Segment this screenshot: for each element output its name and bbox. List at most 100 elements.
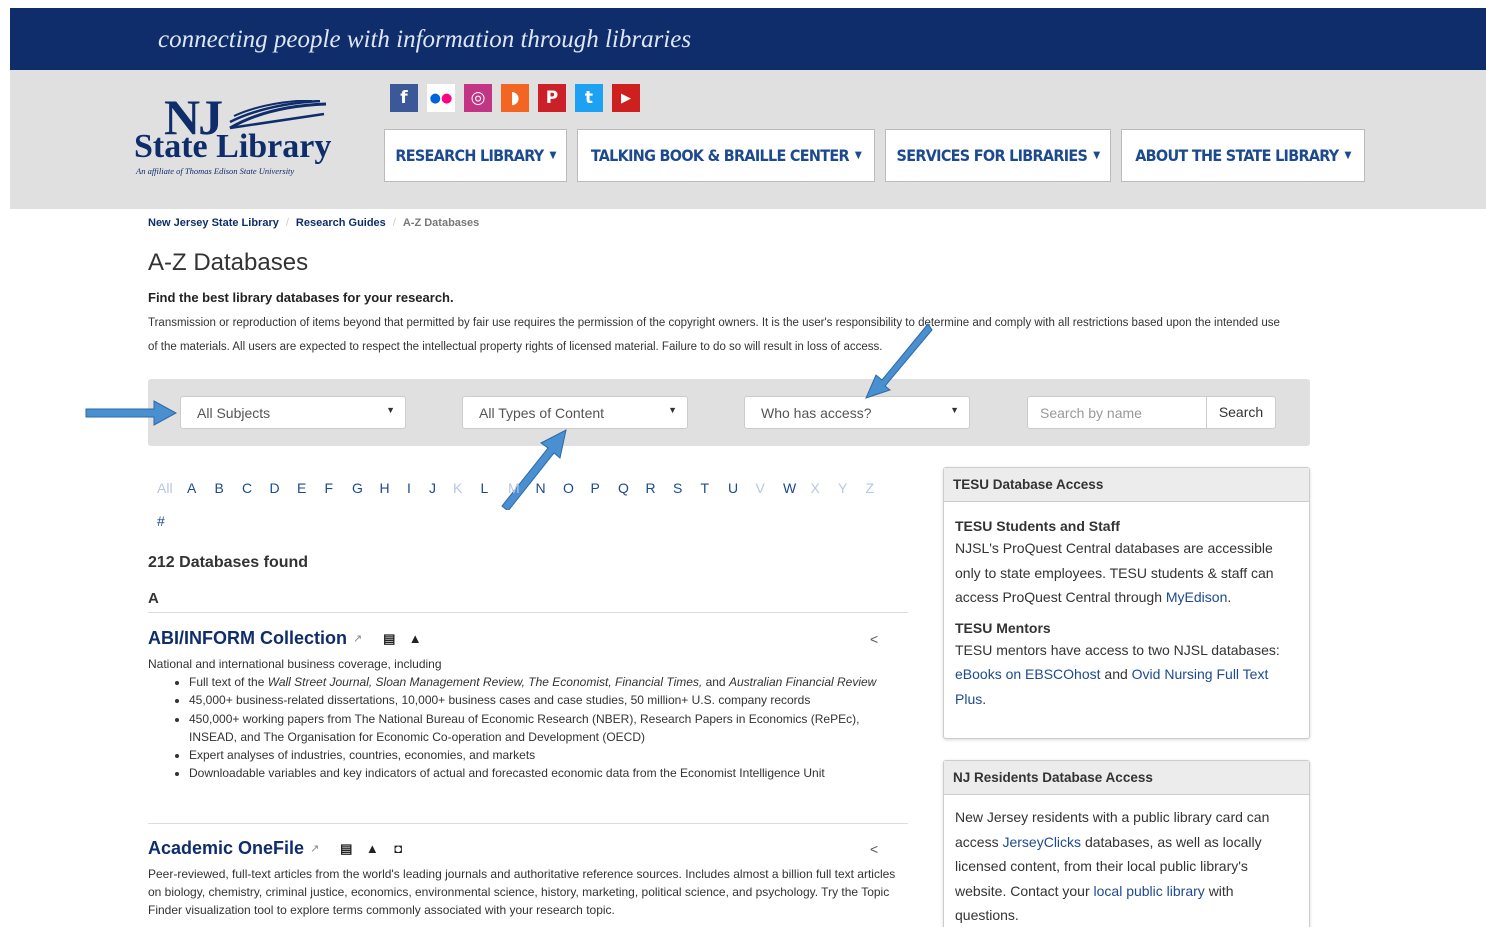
ebooks-ebscohost-link[interactable]: eBooks on EBSCOhost: [955, 666, 1101, 682]
facebook-icon[interactable]: f: [390, 84, 418, 112]
tesu-mentors-heading: TESU Mentors: [955, 619, 1051, 636]
breadcrumb-guides-link[interactable]: Research Guides: [296, 217, 386, 229]
breadcrumb-home-link[interactable]: New Jersey State Library: [148, 217, 279, 229]
share-icon[interactable]: <: [870, 631, 878, 647]
alpha-letter[interactable]: B: [215, 480, 243, 496]
subjects-select[interactable]: All Subjects ▼: [180, 396, 406, 429]
alpha-letter[interactable]: W: [783, 480, 811, 496]
page-subtitle: Find the best library databases for your…: [148, 290, 454, 305]
list-item: 45,000+ business-related dissertations, …: [189, 691, 908, 709]
youtube-icon[interactable]: ▶: [612, 84, 640, 112]
site-header: NJ State Library An affiliate of Thomas …: [10, 70, 1486, 209]
list-item: Expert analyses of industries, countries…: [189, 746, 908, 764]
panel-heading: NJ Residents Database Access: [944, 761, 1309, 795]
external-link-icon: ↗: [353, 633, 363, 645]
breadcrumb: New Jersey State Library / Research Guides…: [148, 217, 479, 229]
mobile-access-icon: ◘: [394, 841, 403, 856]
alpha-letter[interactable]: D: [270, 480, 298, 496]
list-item: 450,000+ working papers from The Nationa…: [189, 710, 908, 747]
instagram-icon[interactable]: ◎: [464, 84, 492, 112]
copyright-notice: Transmission or reproduction of items be…: [148, 317, 1280, 353]
list-item: Downloadable variables and key indicator…: [189, 764, 908, 782]
search-button[interactable]: Search: [1206, 396, 1276, 429]
full-text-icon: ▤: [340, 840, 353, 856]
database-description: Peer-reviewed, full-text articles from t…: [148, 867, 896, 917]
results-count: 212 Databases found: [148, 554, 309, 571]
pinterest-icon[interactable]: P: [538, 84, 566, 112]
list-item: Full text of the Wall Street Journal, Sl…: [189, 673, 908, 691]
nav-label: TALKING BOOK & BRAILLE CENTER: [590, 146, 850, 165]
local-public-library-link[interactable]: local public library: [1094, 883, 1205, 899]
breadcrumb-separator: /: [392, 217, 396, 229]
alpha-letter[interactable]: S: [673, 480, 701, 496]
alpha-letter[interactable]: C: [242, 480, 270, 496]
database-intro: National and international business cove…: [148, 657, 442, 671]
alpha-letter[interactable]: I: [407, 480, 429, 496]
flickr-icon[interactable]: ● ●: [427, 84, 455, 112]
alpha-letter[interactable]: T: [701, 480, 729, 496]
myedison-link[interactable]: MyEdison: [1166, 589, 1227, 605]
panel-body: New Jersey residents with a public libra…: [944, 795, 1309, 927]
alpha-letter[interactable]: E: [297, 480, 325, 496]
divider: [148, 612, 908, 613]
state-library-icon: ▲: [408, 631, 422, 646]
top-banner: connecting people with information throu…: [10, 8, 1486, 70]
dropdown-arrow-icon: ▼: [668, 405, 677, 415]
access-select[interactable]: Who has access? ▼: [744, 396, 970, 429]
nav-label: SERVICES FOR LIBRARIES: [896, 146, 1088, 165]
nav-about-state-library[interactable]: ABOUT THE STATE LIBRARY ▼: [1121, 129, 1365, 182]
nav-talking-book[interactable]: TALKING BOOK & BRAILLE CENTER ▼: [577, 129, 875, 182]
share-icon[interactable]: <: [870, 841, 878, 857]
database-title-link[interactable]: Academic OneFile: [148, 838, 304, 859]
alpha-letter: X: [810, 480, 820, 496]
tesu-access-panel: TESU Database Access TESU Students and S…: [943, 467, 1310, 739]
content-type-select-value: All Types of Content: [479, 405, 605, 421]
alpha-letter[interactable]: F: [325, 480, 353, 496]
nj-state-library-logo[interactable]: NJ State Library An affiliate of Thomas …: [134, 88, 334, 178]
divider: [148, 823, 908, 824]
database-bullets: Full text of the Wall Street Journal, Sl…: [189, 673, 908, 783]
content-type-select[interactable]: All Types of Content ▼: [462, 396, 688, 429]
tesu-mentors-text: TESU mentors have access to two NJSL dat…: [955, 641, 1280, 658]
caret-down-icon: ▼: [854, 150, 862, 161]
nav-label: ABOUT THE STATE LIBRARY: [1135, 146, 1339, 165]
alpha-letter[interactable]: J: [429, 480, 453, 496]
alpha-letter[interactable]: A: [187, 480, 215, 496]
panel-body: TESU Students and Staff NJSL's ProQuest …: [944, 502, 1309, 721]
nav-label: RESEARCH LIBRARY: [395, 146, 544, 165]
database-title-link[interactable]: ABI/INFORM Collection: [148, 628, 347, 649]
nav-services-for-libraries[interactable]: SERVICES FOR LIBRARIES ▼: [885, 129, 1111, 182]
alpha-letter[interactable]: U: [728, 480, 756, 496]
search-by-name-input[interactable]: Search by name: [1027, 396, 1207, 429]
nav-research-library[interactable]: RESEARCH LIBRARY ▼: [384, 129, 567, 182]
alpha-letter[interactable]: N: [536, 480, 564, 496]
jerseyclicks-link[interactable]: JerseyClicks: [1002, 834, 1081, 850]
rss-icon[interactable]: ◗: [501, 84, 529, 112]
social-links: f ● ● ◎ ◗ P t ▶: [390, 84, 640, 112]
alpha-letter[interactable]: H: [380, 480, 408, 496]
access-select-value: Who has access?: [761, 405, 872, 421]
alphabet-nav: All A B C D E F G H I J K L M N O P Q R …: [157, 480, 893, 496]
database-item-title[interactable]: ABI/INFORM Collection ↗ ▤ ▲: [148, 628, 428, 649]
annotation-arrow-icon: [85, 400, 178, 426]
tesu-students-heading: TESU Students and Staff: [955, 518, 1120, 534]
annotation-arrow-icon: [865, 323, 933, 399]
alpha-all[interactable]: All: [157, 480, 187, 496]
logo-waves-icon: [229, 100, 327, 130]
alpha-hash[interactable]: #: [157, 513, 165, 529]
alpha-letter[interactable]: P: [591, 480, 619, 496]
page-title: A-Z Databases: [148, 249, 309, 276]
breadcrumb-separator: /: [285, 217, 289, 229]
full-text-icon: ▤: [383, 630, 396, 646]
alpha-letter[interactable]: G: [352, 480, 380, 496]
alpha-letter[interactable]: O: [563, 480, 591, 496]
database-item-title[interactable]: Academic OneFile ↗ ▤ ▲ ◘: [148, 838, 411, 859]
panel-heading: TESU Database Access: [944, 468, 1309, 502]
alpha-letter[interactable]: Q: [618, 480, 646, 496]
alpha-letter[interactable]: R: [646, 480, 674, 496]
external-link-icon: ↗: [310, 843, 320, 855]
twitter-icon[interactable]: t: [575, 84, 603, 112]
alpha-letter: M: [508, 480, 520, 496]
alpha-letter: K: [453, 480, 463, 496]
alpha-letter[interactable]: L: [481, 480, 509, 496]
